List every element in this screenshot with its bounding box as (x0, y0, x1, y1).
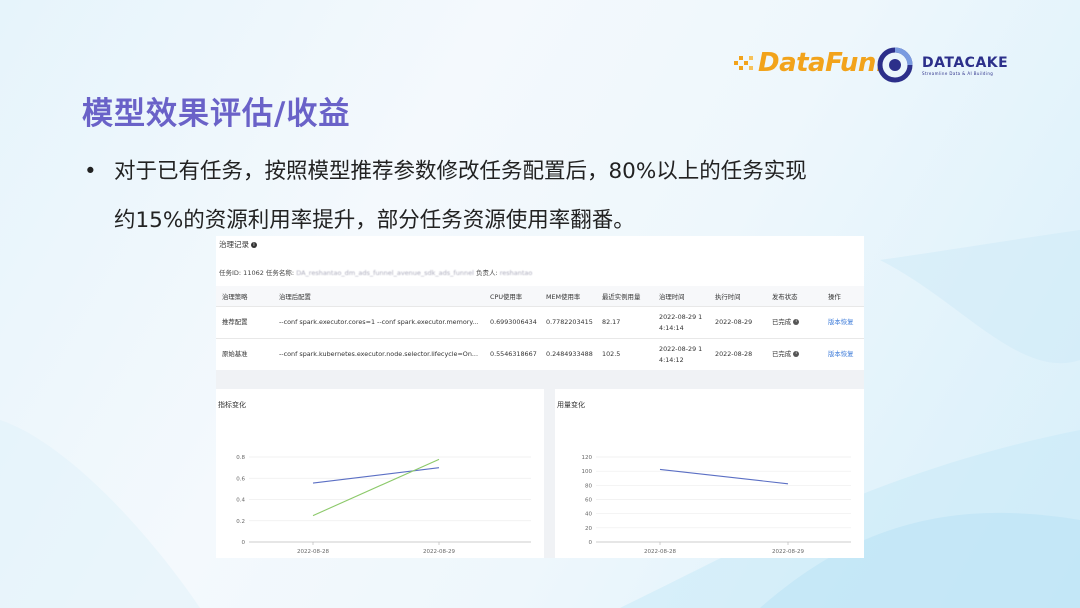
datacake-mark-icon (877, 47, 913, 83)
column-header: 最近实例用量 (596, 286, 653, 307)
y-tick-label: 0.8 (236, 455, 245, 461)
info-icon[interactable]: i (251, 242, 257, 248)
x-tick-label: 2022-08-28 (644, 549, 676, 555)
y-tick-label: 0 (589, 540, 593, 546)
metric-change-chart: 0 0.2 0.4 0.6 0.8 2022-08-28 2022-08-29 (236, 455, 531, 555)
record-panel: 治理记录 i 任务ID: 11062 任务名称: DA_reshantao_dm_… (216, 236, 864, 370)
series-line (659, 468, 789, 485)
column-header: 执行时间 (709, 286, 766, 307)
cpu-cell: 0.5546318667 (484, 338, 540, 370)
restore-version-link[interactable]: 版本恢复 (822, 338, 864, 370)
strategy-cell: 原始基准 (216, 338, 273, 370)
datafun-logo: DataFun. (734, 46, 886, 80)
governance-table: 治理策略 治理后配置 CPU使用率 MEM使用率 最近实例用量 治理时间 执行时… (216, 286, 864, 370)
bullet-dot: • (84, 159, 97, 184)
metric-change-panel: 指标变化 0 0.2 0.4 0.6 0.8 2022-08-28 2022-08-29 (216, 389, 544, 558)
task-info-line: 任务ID: 11062 任务名称: DA_reshantao_dm_ads_fu… (219, 267, 532, 277)
cpu-cell: 0.6993006434 (484, 306, 540, 339)
record-panel-title: 治理记录 i (219, 239, 257, 250)
column-header: 发布状态 (766, 286, 822, 307)
exec-time-cell: 2022-08-28 (709, 338, 766, 370)
y-tick-label: 60 (585, 498, 592, 504)
usage-change-panel: 用量变化 0 20 40 60 80 100 120 2022-08-28 2022-08-29 (555, 389, 864, 558)
column-header: CPU使用率 (484, 286, 540, 307)
datacake-tagline: Streamline Data & AI Building (922, 70, 994, 76)
table-row: 原始基准 --conf spark.kubernetes.executor.no… (216, 338, 864, 370)
usage-cell: 102.5 (596, 338, 653, 370)
owner-label: 负责人: (475, 269, 498, 277)
task-id-label: 任务ID: 11062 任务名称: (219, 269, 295, 277)
slide-title: 模型效果评估/收益 (82, 96, 351, 132)
strategy-cell: 推荐配置 (216, 306, 273, 339)
y-tick-label: 0.4 (236, 498, 245, 504)
restore-version-link[interactable]: 版本恢复 (822, 306, 864, 339)
y-tick-label: 40 (585, 512, 592, 518)
y-tick-label: 120 (582, 455, 593, 461)
column-header: 治理后配置 (273, 286, 484, 307)
gov-time-cell: 2022-08-29 1 4:14:12 (653, 338, 709, 370)
column-header: 治理策略 (216, 286, 273, 307)
datafun-logo-text: DataFun. (758, 48, 886, 78)
series-line (312, 458, 440, 517)
gov-time-cell: 2022-08-29 1 4:14:14 (653, 306, 709, 339)
column-header: MEM使用率 (540, 286, 596, 307)
datacake-logo: DATACAKE Streamline Data & AI Building (877, 47, 1008, 83)
status-cell: 已完成 i (766, 338, 822, 370)
status-cell: 已完成 i (766, 306, 822, 339)
datafun-dots-icon (734, 56, 753, 70)
task-name: DA_reshantao_dm_ads_funnel_avenue_sdk_ad… (296, 269, 474, 277)
x-tick-label: 2022-08-28 (297, 549, 329, 555)
usage-change-chart: 0 20 40 60 80 100 120 2022-08-28 2022-08-29 (582, 455, 851, 555)
exec-time-cell: 2022-08-29 (709, 306, 766, 339)
usage-cell: 82.17 (596, 306, 653, 339)
y-tick-label: 0.6 (236, 476, 245, 482)
bullet-line-1: 对于已有任务，按照模型推荐参数修改任务配置后，80%以上的任务实现 (114, 159, 807, 184)
status-info-icon[interactable]: i (793, 319, 800, 325)
y-tick-label: 100 (582, 469, 593, 475)
config-cell: --conf spark.kubernetes.executor.node.se… (273, 338, 484, 370)
x-tick-label: 2022-08-29 (772, 549, 804, 555)
column-header: 治理时间 (653, 286, 709, 307)
table-row: 推荐配置 --conf spark.executor.cores=1 --con… (216, 306, 864, 339)
table-header-row: 治理策略 治理后配置 CPU使用率 MEM使用率 最近实例用量 治理时间 执行时… (216, 286, 864, 307)
series-line (312, 467, 440, 484)
config-cell: --conf spark.executor.cores=1 --conf spa… (273, 306, 484, 339)
owner-name: reshantao (499, 269, 533, 277)
mem-cell: 0.7782203415 (540, 306, 596, 339)
datacake-logo-text: DATACAKE (922, 54, 1009, 71)
y-tick-label: 0.2 (236, 519, 245, 525)
status-info-icon[interactable]: i (793, 351, 800, 357)
y-tick-label: 20 (585, 526, 592, 532)
mem-cell: 0.2484933488 (540, 338, 596, 370)
column-header: 操作 (822, 286, 864, 307)
y-tick-label: 80 (585, 483, 592, 489)
embedded-screenshot: 治理记录 i 任务ID: 11062 任务名称: DA_reshantao_dm_… (216, 236, 864, 558)
y-tick-label: 0 (242, 540, 246, 546)
x-tick-label: 2022-08-29 (423, 549, 455, 555)
